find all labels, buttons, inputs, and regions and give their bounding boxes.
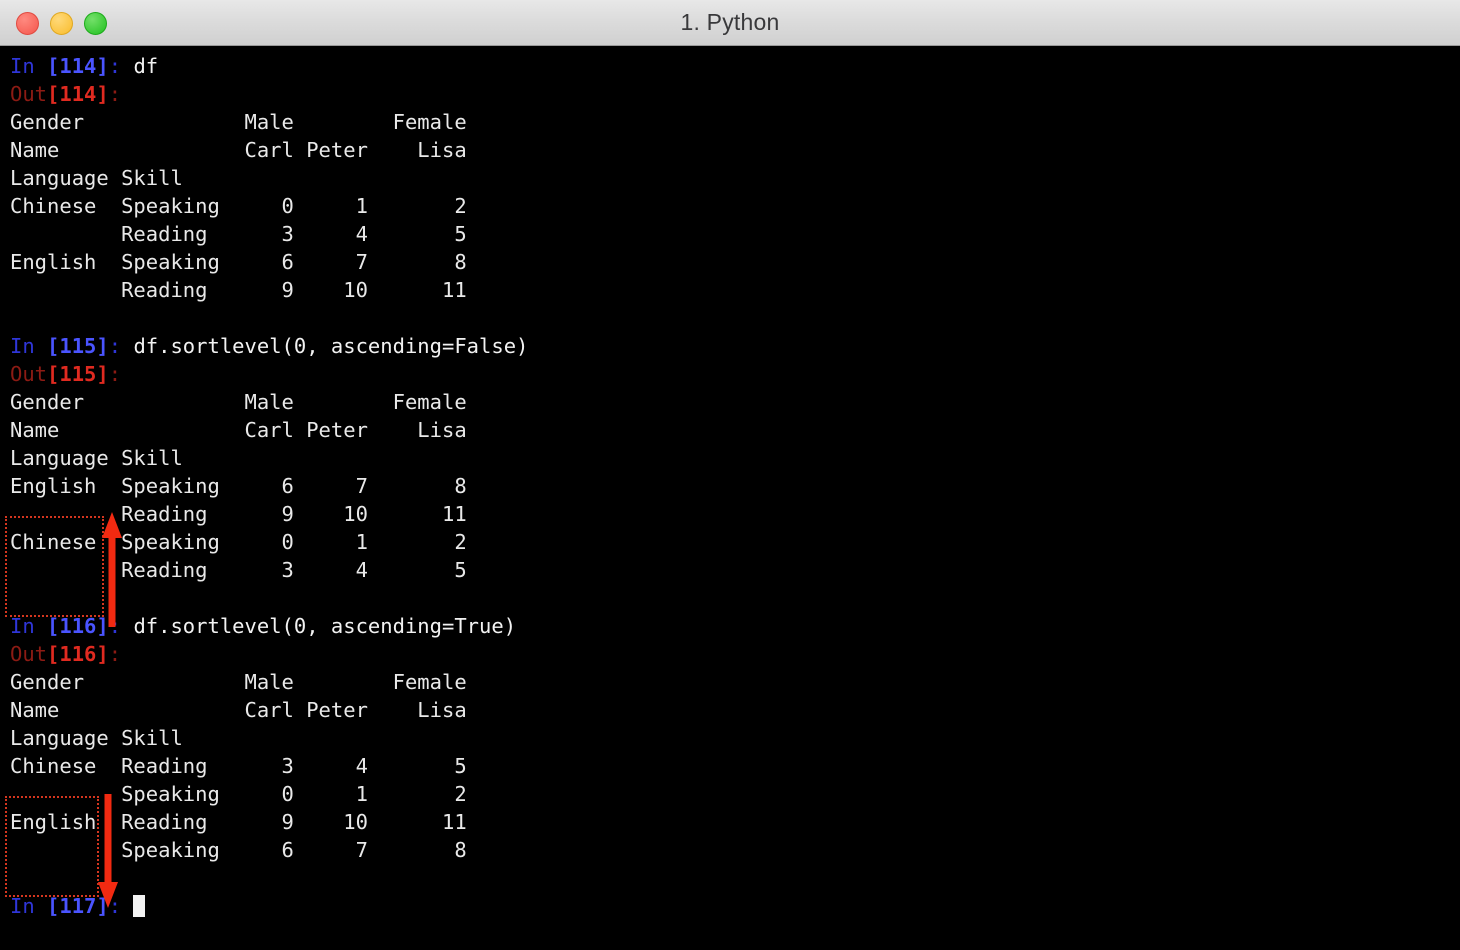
- prompt-in-colon: :: [108, 54, 134, 78]
- dataframe-output-line: Name Carl Peter Lisa: [0, 696, 1460, 724]
- input-prompt-line[interactable]: In [115]: df.sortlevel(0, ascending=Fals…: [0, 332, 1460, 360]
- dataframe-output-line: Reading 3 4 5: [0, 220, 1460, 248]
- dataframe-row-text: Speaking 0 1 2: [10, 782, 467, 806]
- input-code-text: df.sortlevel(0, ascending=False): [133, 334, 529, 358]
- window-controls: [16, 0, 107, 46]
- dataframe-row-text: Language Skill: [10, 726, 183, 750]
- prompt-in-colon: :: [108, 894, 134, 918]
- dataframe-row-text: Name Carl Peter Lisa: [10, 138, 467, 162]
- terminal-window: 1. Python In [114]: df Out[114]: Gender Ma…: [0, 0, 1460, 950]
- dataframe-row-text: Reading 9 10 11: [10, 278, 467, 302]
- dataframe-row-text: English Speaking 6 7 8: [10, 250, 467, 274]
- dataframe-row-text: Reading 3 4 5: [10, 558, 467, 582]
- dataframe-row-text: Language Skill: [10, 166, 183, 190]
- prompt-in-label: In: [10, 894, 48, 918]
- terminal-output-area[interactable]: In [114]: df Out[114]: Gender Male Female N…: [0, 46, 1460, 949]
- prompt-in-label: In: [10, 334, 48, 358]
- dataframe-output-line: Reading 3 4 5: [0, 556, 1460, 584]
- dataframe-output-line: Gender Male Female: [0, 668, 1460, 696]
- dataframe-row-text: Gender Male Female: [10, 390, 467, 414]
- dataframe-output-line: Language Skill: [0, 444, 1460, 472]
- window-titlebar[interactable]: 1. Python: [0, 0, 1460, 46]
- dataframe-output-line: English Reading 9 10 11: [0, 808, 1460, 836]
- window-title: 1. Python: [680, 9, 780, 35]
- dataframe-row-text: Chinese Speaking 0 1 2: [10, 530, 467, 554]
- dataframe-row-text: Reading 3 4 5: [10, 222, 467, 246]
- dataframe-row-text: Reading 9 10 11: [10, 502, 467, 526]
- input-code-text: df: [133, 54, 159, 78]
- dataframe-output-line: English Speaking 6 7 8: [0, 248, 1460, 276]
- dataframe-output-line: Language Skill: [0, 724, 1460, 752]
- input-prompt-line[interactable]: In [114]: df: [0, 52, 1460, 80]
- prompt-in-label: In: [10, 614, 48, 638]
- dataframe-output-line: Gender Male Female: [0, 388, 1460, 416]
- prompt-in-number: [114]: [47, 54, 109, 78]
- output-prompt-line: Out[116]:: [0, 640, 1460, 668]
- dataframe-output-line: Speaking 6 7 8: [0, 836, 1460, 864]
- input-code-text: df.sortlevel(0, ascending=True): [133, 614, 517, 638]
- prompt-in-label: In: [10, 54, 48, 78]
- prompt-out-label: Out: [10, 642, 48, 666]
- prompt-out-number: [115]: [47, 362, 109, 386]
- dataframe-output-line: English Speaking 6 7 8: [0, 472, 1460, 500]
- prompt-out-colon: :: [108, 642, 122, 666]
- prompt-in-number: [117]: [47, 894, 109, 918]
- prompt-out-label: Out: [10, 362, 48, 386]
- output-prompt-line: Out[114]:: [0, 80, 1460, 108]
- dataframe-output-line: Reading 9 10 11: [0, 276, 1460, 304]
- dataframe-row-text: Name Carl Peter Lisa: [10, 418, 467, 442]
- zoom-button[interactable]: [84, 11, 107, 35]
- dataframe-row-text: Gender Male Female: [10, 110, 467, 134]
- dataframe-output-line: Chinese Speaking 0 1 2: [0, 528, 1460, 556]
- input-prompt-line[interactable]: In [116]: df.sortlevel(0, ascending=True…: [0, 612, 1460, 640]
- output-prompt-line: Out[115]:: [0, 360, 1460, 388]
- prompt-out-colon: :: [108, 82, 122, 106]
- prompt-out-number: [116]: [47, 642, 109, 666]
- dataframe-row-text: English Speaking 6 7 8: [10, 474, 467, 498]
- dataframe-output-line: Name Carl Peter Lisa: [0, 136, 1460, 164]
- prompt-out-label: Out: [10, 82, 48, 106]
- dataframe-row-text: English Reading 9 10 11: [10, 810, 467, 834]
- minimize-button[interactable]: [50, 11, 73, 35]
- prompt-out-number: [114]: [47, 82, 109, 106]
- close-button[interactable]: [16, 11, 39, 35]
- dataframe-row-text: Chinese Reading 3 4 5: [10, 754, 467, 778]
- terminal-lines: In [114]: df Out[114]: Gender Male Female N…: [0, 52, 1460, 920]
- dataframe-row-text: Gender Male Female: [10, 670, 467, 694]
- prompt-out-colon: :: [108, 362, 122, 386]
- prompt-in-number: [116]: [47, 614, 109, 638]
- dataframe-row-text: Speaking 6 7 8: [10, 838, 467, 862]
- dataframe-output-line: Chinese Speaking 0 1 2: [0, 192, 1460, 220]
- dataframe-output-line: Reading 9 10 11: [0, 500, 1460, 528]
- prompt-in-colon: :: [108, 614, 134, 638]
- dataframe-row-text: Language Skill: [10, 446, 183, 470]
- dataframe-row-text: Chinese Speaking 0 1 2: [10, 194, 467, 218]
- dataframe-output-line: Gender Male Female: [0, 108, 1460, 136]
- block-cursor: [133, 895, 146, 917]
- final-input-prompt-line[interactable]: In [117]:: [0, 892, 1460, 920]
- prompt-in-colon: :: [108, 334, 134, 358]
- dataframe-output-line: Language Skill: [0, 164, 1460, 192]
- dataframe-output-line: Name Carl Peter Lisa: [0, 416, 1460, 444]
- dataframe-output-line: Speaking 0 1 2: [0, 780, 1460, 808]
- dataframe-output-line: Chinese Reading 3 4 5: [0, 752, 1460, 780]
- prompt-in-number: [115]: [47, 334, 109, 358]
- dataframe-row-text: Name Carl Peter Lisa: [10, 698, 467, 722]
